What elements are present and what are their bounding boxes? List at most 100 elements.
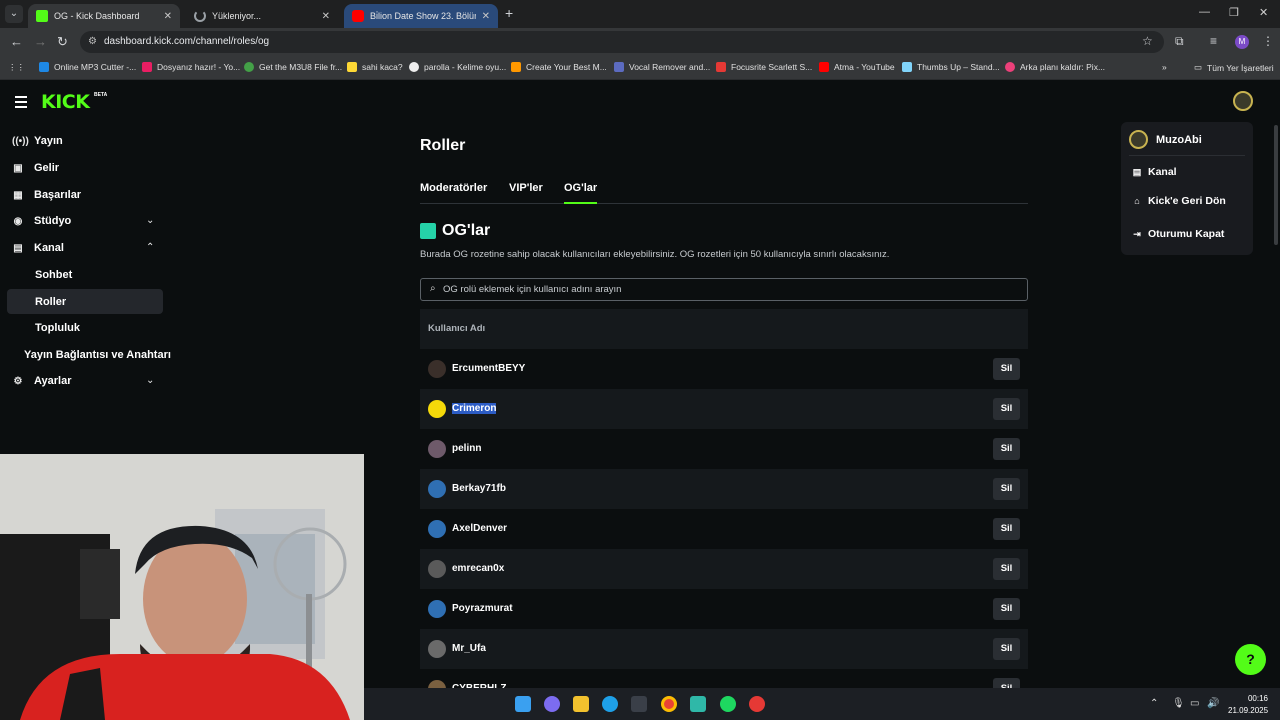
- bookmark-label: Focusrite Scarlett S...: [731, 62, 813, 72]
- delete-button[interactable]: Sil: [993, 598, 1020, 620]
- close-tab-icon[interactable]: ✕: [322, 11, 330, 22]
- delete-button[interactable]: Sil: [993, 398, 1020, 420]
- menu-item-label: Oturumu Kapat: [1148, 228, 1225, 240]
- username-cell[interactable]: Poyrazmurat: [452, 603, 513, 614]
- chrome-icon[interactable]: [661, 696, 677, 712]
- close-window-icon[interactable]: ✕: [1259, 6, 1268, 19]
- bookmark-label: Vocal Remover and...: [629, 62, 711, 72]
- dropdown-divider: [1129, 155, 1245, 156]
- bookmark-item[interactable]: Online MP3 Cutter -...: [39, 62, 136, 72]
- close-tab-icon[interactable]: ✕: [482, 11, 490, 22]
- system-clock[interactable]: 00:16 21.09.2025: [1228, 693, 1268, 717]
- bookmark-favicon-icon: [39, 62, 49, 72]
- profile-avatar[interactable]: M: [1235, 35, 1249, 49]
- streamer-webcam-image: [0, 454, 364, 720]
- tray-overflow-icon[interactable]: ⌃: [1150, 698, 1158, 709]
- bookmark-item[interactable]: Focusrite Scarlett S...: [716, 62, 812, 72]
- youtube-favicon-icon: [352, 10, 364, 22]
- more-bookmarks-icon[interactable]: »: [1162, 62, 1167, 72]
- avatar: [428, 640, 446, 658]
- store-icon[interactable]: [631, 696, 647, 712]
- media-control-icon[interactable]: ≡: [1210, 34, 1217, 48]
- menu-item-label: Kick'e Geri Dön: [1148, 195, 1226, 207]
- bookmark-item[interactable]: parolla - Kelime oyu...: [409, 62, 506, 72]
- delete-button[interactable]: Sil: [993, 638, 1020, 660]
- forward-icon[interactable]: →: [34, 34, 47, 49]
- back-icon[interactable]: ←: [10, 34, 23, 49]
- restore-icon[interactable]: ❐: [1229, 6, 1239, 19]
- username-cell[interactable]: emrecan0x: [452, 563, 504, 574]
- bookmark-item[interactable]: Get the M3U8 File fr...: [244, 62, 342, 72]
- extensions-icon[interactable]: ⧉: [1175, 34, 1184, 49]
- network-icon[interactable]: ▭: [1190, 698, 1199, 709]
- bookmark-item[interactable]: Thumbs Up – Stand...: [902, 62, 1000, 72]
- delete-button[interactable]: Sil: [993, 358, 1020, 380]
- tab-title: Yükleniyor...: [212, 11, 262, 21]
- delete-button[interactable]: Sil: [993, 558, 1020, 580]
- reload-icon[interactable]: ↻: [57, 34, 68, 50]
- bookmark-favicon-icon: [819, 62, 829, 72]
- delete-button[interactable]: Sil: [993, 438, 1020, 460]
- username-cell[interactable]: Berkay71fb: [452, 483, 506, 494]
- browser-tab-youtube[interactable]: Bi̇lion Date Show 23. Bölüm - Y ✕: [344, 4, 498, 28]
- dropdown-username: MuzoAbi: [1156, 133, 1202, 146]
- menu-item-back-to-kick[interactable]: ⌂ Kick'e Geri Dön: [1132, 195, 1226, 207]
- close-tab-icon[interactable]: ✕: [164, 11, 172, 22]
- bookmark-item[interactable]: Atma - YouTube: [819, 62, 895, 72]
- microphone-icon[interactable]: 🎙: [1172, 698, 1185, 709]
- bookmark-favicon-icon: [511, 62, 521, 72]
- all-bookmarks-label: Tüm Yer İşaretleri: [1207, 62, 1274, 73]
- dropdown-user[interactable]: MuzoAbi: [1129, 130, 1202, 149]
- edge-icon[interactable]: [602, 696, 618, 712]
- bookmark-favicon-icon: [347, 62, 357, 72]
- file-explorer-icon[interactable]: [573, 696, 589, 712]
- username-cell[interactable]: Crimeron: [452, 403, 497, 414]
- delete-button[interactable]: Sil: [993, 678, 1020, 688]
- folder-icon: ▭: [1194, 62, 1203, 72]
- bookmark-favicon-icon: [244, 62, 254, 72]
- volume-icon[interactable]: 🔊: [1207, 698, 1219, 709]
- scrollbar[interactable]: [1274, 125, 1278, 245]
- browser-menu-icon[interactable]: ⋮: [1262, 34, 1274, 48]
- bookmark-item[interactable]: Arka planı kaldır: Pix...: [1005, 62, 1105, 72]
- tab-search-button[interactable]: ⌄: [5, 5, 23, 23]
- bookmark-item[interactable]: sahi kaca?: [347, 62, 403, 72]
- kick-favicon-icon: [36, 10, 48, 22]
- windows-start-icon[interactable]: [515, 696, 531, 712]
- tab-title: OG - Kick Dashboard: [54, 11, 140, 21]
- apps-grid-icon[interactable]: ⋮⋮: [8, 62, 25, 73]
- bookmark-item[interactable]: Vocal Remover and...: [614, 62, 710, 72]
- avatar: [428, 360, 446, 378]
- site-info-icon[interactable]: ⚙: [88, 36, 97, 47]
- username-cell[interactable]: Mr_Ufa: [452, 643, 486, 654]
- new-tab-button[interactable]: +: [505, 5, 513, 21]
- username-cell[interactable]: pelinn: [452, 443, 481, 454]
- browser-tab-loading[interactable]: Yükleniyor... ✕: [186, 4, 338, 28]
- menu-item-kanal[interactable]: ▤ Kanal: [1132, 166, 1177, 178]
- bookmark-item[interactable]: Dosyanız hazır! - Yo...: [142, 62, 240, 72]
- bookmark-item[interactable]: Create Your Best M...: [511, 62, 607, 72]
- username-cell[interactable]: AxelDenver: [452, 523, 507, 534]
- home-icon: ⌂: [1134, 196, 1140, 206]
- browser-tab-bar: ⌄ OG - Kick Dashboard ✕ Yükleniyor... ✕ …: [0, 0, 1280, 28]
- bookmarks-bar: ⋮⋮ Online MP3 Cutter -... Dosyanız hazır…: [0, 56, 1280, 80]
- all-bookmarks-button[interactable]: ▭ Tüm Yer İşaretleri: [1194, 62, 1274, 73]
- username-cell[interactable]: ErcumentBEYY: [452, 363, 525, 374]
- bookmark-label: Atma - YouTube: [834, 62, 895, 72]
- delete-button[interactable]: Sil: [993, 518, 1020, 540]
- url-field[interactable]: ⚙ dashboard.kick.com/channel/roles/og: [80, 31, 1164, 53]
- loading-spinner-icon: [194, 10, 206, 22]
- copilot-icon[interactable]: [544, 696, 560, 712]
- bookmark-star-icon[interactable]: ☆: [1142, 34, 1153, 48]
- menu-item-logout[interactable]: ⇥ Oturumu Kapat: [1132, 228, 1224, 240]
- help-chat-button[interactable]: ?: [1235, 644, 1266, 675]
- avatar: [428, 560, 446, 578]
- media-player-icon[interactable]: [749, 696, 765, 712]
- minimize-icon[interactable]: —: [1199, 6, 1210, 18]
- webcam-overlay: [0, 454, 364, 720]
- spotify-icon[interactable]: [720, 696, 736, 712]
- logout-icon: ⇥: [1133, 228, 1141, 239]
- browser-tab-kick[interactable]: OG - Kick Dashboard ✕: [28, 4, 180, 28]
- delete-button[interactable]: Sil: [993, 478, 1020, 500]
- app-icon[interactable]: [690, 696, 706, 712]
